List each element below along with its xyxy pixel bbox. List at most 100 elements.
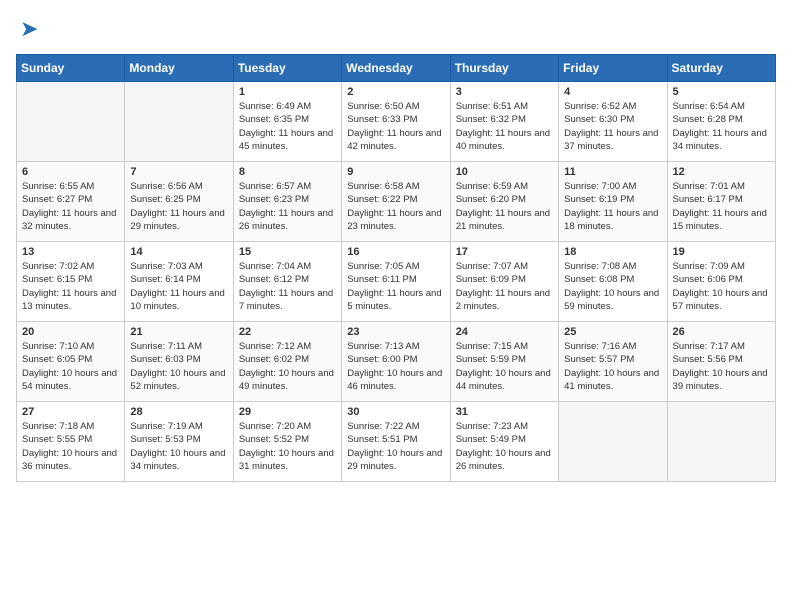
day-number: 4	[564, 86, 661, 98]
sunrise-label: Sunrise: 6:52 AM	[564, 101, 636, 112]
sunset-label: Sunset: 6:28 PM	[673, 114, 743, 125]
daylight-label: Daylight: 11 hours and 2 minutes.	[456, 288, 550, 312]
day-number: 22	[239, 326, 336, 338]
day-number: 5	[673, 86, 770, 98]
sunset-label: Sunset: 6:35 PM	[239, 114, 309, 125]
daylight-label: Daylight: 11 hours and 10 minutes.	[130, 288, 224, 312]
sunset-label: Sunset: 5:51 PM	[347, 434, 417, 445]
day-number: 7	[130, 166, 227, 178]
logo: ➤	[16, 16, 38, 42]
daylight-label: Daylight: 11 hours and 5 minutes.	[347, 288, 441, 312]
sunset-label: Sunset: 6:19 PM	[564, 194, 634, 205]
sunset-label: Sunset: 6:03 PM	[130, 354, 200, 365]
daylight-label: Daylight: 10 hours and 26 minutes.	[456, 448, 551, 472]
daylight-label: Daylight: 11 hours and 18 minutes.	[564, 208, 658, 232]
day-number: 28	[130, 406, 227, 418]
daylight-label: Daylight: 10 hours and 44 minutes.	[456, 368, 551, 392]
sunrise-label: Sunrise: 7:12 AM	[239, 341, 311, 352]
daylight-label: Daylight: 10 hours and 52 minutes.	[130, 368, 225, 392]
calendar-cell: 31 Sunrise: 7:23 AM Sunset: 5:49 PM Dayl…	[450, 402, 558, 482]
day-detail: Sunrise: 6:52 AM Sunset: 6:30 PM Dayligh…	[564, 100, 661, 153]
daylight-label: Daylight: 11 hours and 23 minutes.	[347, 208, 441, 232]
day-number: 12	[673, 166, 770, 178]
weekday-sunday: Sunday	[17, 55, 125, 82]
sunset-label: Sunset: 6:23 PM	[239, 194, 309, 205]
calendar-cell: 20 Sunrise: 7:10 AM Sunset: 6:05 PM Dayl…	[17, 322, 125, 402]
sunrise-label: Sunrise: 7:23 AM	[456, 421, 528, 432]
day-number: 11	[564, 166, 661, 178]
day-detail: Sunrise: 7:12 AM Sunset: 6:02 PM Dayligh…	[239, 340, 336, 393]
calendar-cell	[125, 82, 233, 162]
page-header: ➤	[16, 16, 776, 42]
day-detail: Sunrise: 7:17 AM Sunset: 5:56 PM Dayligh…	[673, 340, 770, 393]
day-number: 25	[564, 326, 661, 338]
day-detail: Sunrise: 6:58 AM Sunset: 6:22 PM Dayligh…	[347, 180, 444, 233]
daylight-label: Daylight: 10 hours and 49 minutes.	[239, 368, 334, 392]
daylight-label: Daylight: 11 hours and 37 minutes.	[564, 128, 658, 152]
sunset-label: Sunset: 5:53 PM	[130, 434, 200, 445]
day-number: 16	[347, 246, 444, 258]
day-number: 27	[22, 406, 119, 418]
day-detail: Sunrise: 7:11 AM Sunset: 6:03 PM Dayligh…	[130, 340, 227, 393]
sunset-label: Sunset: 5:52 PM	[239, 434, 309, 445]
daylight-label: Daylight: 10 hours and 36 minutes.	[22, 448, 117, 472]
daylight-label: Daylight: 10 hours and 39 minutes.	[673, 368, 768, 392]
day-detail: Sunrise: 7:07 AM Sunset: 6:09 PM Dayligh…	[456, 260, 553, 313]
calendar-cell: 13 Sunrise: 7:02 AM Sunset: 6:15 PM Dayl…	[17, 242, 125, 322]
week-row-3: 13 Sunrise: 7:02 AM Sunset: 6:15 PM Dayl…	[17, 242, 776, 322]
sunrise-label: Sunrise: 7:20 AM	[239, 421, 311, 432]
calendar-cell: 16 Sunrise: 7:05 AM Sunset: 6:11 PM Dayl…	[342, 242, 450, 322]
calendar-cell: 29 Sunrise: 7:20 AM Sunset: 5:52 PM Dayl…	[233, 402, 341, 482]
daylight-label: Daylight: 11 hours and 29 minutes.	[130, 208, 224, 232]
calendar-cell: 11 Sunrise: 7:00 AM Sunset: 6:19 PM Dayl…	[559, 162, 667, 242]
day-number: 26	[673, 326, 770, 338]
calendar-cell: 14 Sunrise: 7:03 AM Sunset: 6:14 PM Dayl…	[125, 242, 233, 322]
sunset-label: Sunset: 6:08 PM	[564, 274, 634, 285]
day-detail: Sunrise: 7:22 AM Sunset: 5:51 PM Dayligh…	[347, 420, 444, 473]
daylight-label: Daylight: 10 hours and 34 minutes.	[130, 448, 225, 472]
sunset-label: Sunset: 5:49 PM	[456, 434, 526, 445]
week-row-5: 27 Sunrise: 7:18 AM Sunset: 5:55 PM Dayl…	[17, 402, 776, 482]
day-detail: Sunrise: 6:49 AM Sunset: 6:35 PM Dayligh…	[239, 100, 336, 153]
day-detail: Sunrise: 7:23 AM Sunset: 5:49 PM Dayligh…	[456, 420, 553, 473]
calendar-cell: 18 Sunrise: 7:08 AM Sunset: 6:08 PM Dayl…	[559, 242, 667, 322]
calendar-cell: 27 Sunrise: 7:18 AM Sunset: 5:55 PM Dayl…	[17, 402, 125, 482]
sunrise-label: Sunrise: 7:05 AM	[347, 261, 419, 272]
daylight-label: Daylight: 10 hours and 59 minutes.	[564, 288, 659, 312]
day-number: 24	[456, 326, 553, 338]
daylight-label: Daylight: 10 hours and 57 minutes.	[673, 288, 768, 312]
calendar-cell: 19 Sunrise: 7:09 AM Sunset: 6:06 PM Dayl…	[667, 242, 775, 322]
day-number: 15	[239, 246, 336, 258]
daylight-label: Daylight: 11 hours and 26 minutes.	[239, 208, 333, 232]
sunrise-label: Sunrise: 7:02 AM	[22, 261, 94, 272]
calendar-cell: 9 Sunrise: 6:58 AM Sunset: 6:22 PM Dayli…	[342, 162, 450, 242]
sunset-label: Sunset: 5:55 PM	[22, 434, 92, 445]
calendar-cell: 2 Sunrise: 6:50 AM Sunset: 6:33 PM Dayli…	[342, 82, 450, 162]
sunrise-label: Sunrise: 7:19 AM	[130, 421, 202, 432]
sunset-label: Sunset: 6:32 PM	[456, 114, 526, 125]
day-detail: Sunrise: 6:54 AM Sunset: 6:28 PM Dayligh…	[673, 100, 770, 153]
sunrise-label: Sunrise: 7:16 AM	[564, 341, 636, 352]
daylight-label: Daylight: 11 hours and 21 minutes.	[456, 208, 550, 232]
sunset-label: Sunset: 6:27 PM	[22, 194, 92, 205]
daylight-label: Daylight: 11 hours and 15 minutes.	[673, 208, 767, 232]
sunrise-label: Sunrise: 7:09 AM	[673, 261, 745, 272]
weekday-tuesday: Tuesday	[233, 55, 341, 82]
sunrise-label: Sunrise: 6:56 AM	[130, 181, 202, 192]
day-detail: Sunrise: 7:19 AM Sunset: 5:53 PM Dayligh…	[130, 420, 227, 473]
daylight-label: Daylight: 11 hours and 13 minutes.	[22, 288, 116, 312]
day-detail: Sunrise: 7:20 AM Sunset: 5:52 PM Dayligh…	[239, 420, 336, 473]
sunrise-label: Sunrise: 7:04 AM	[239, 261, 311, 272]
day-detail: Sunrise: 7:01 AM Sunset: 6:17 PM Dayligh…	[673, 180, 770, 233]
daylight-label: Daylight: 11 hours and 40 minutes.	[456, 128, 550, 152]
sunrise-label: Sunrise: 6:49 AM	[239, 101, 311, 112]
day-number: 19	[673, 246, 770, 258]
day-number: 10	[456, 166, 553, 178]
day-number: 23	[347, 326, 444, 338]
week-row-4: 20 Sunrise: 7:10 AM Sunset: 6:05 PM Dayl…	[17, 322, 776, 402]
sunset-label: Sunset: 6:14 PM	[130, 274, 200, 285]
day-detail: Sunrise: 6:57 AM Sunset: 6:23 PM Dayligh…	[239, 180, 336, 233]
day-number: 9	[347, 166, 444, 178]
day-detail: Sunrise: 7:08 AM Sunset: 6:08 PM Dayligh…	[564, 260, 661, 313]
daylight-label: Daylight: 11 hours and 7 minutes.	[239, 288, 333, 312]
